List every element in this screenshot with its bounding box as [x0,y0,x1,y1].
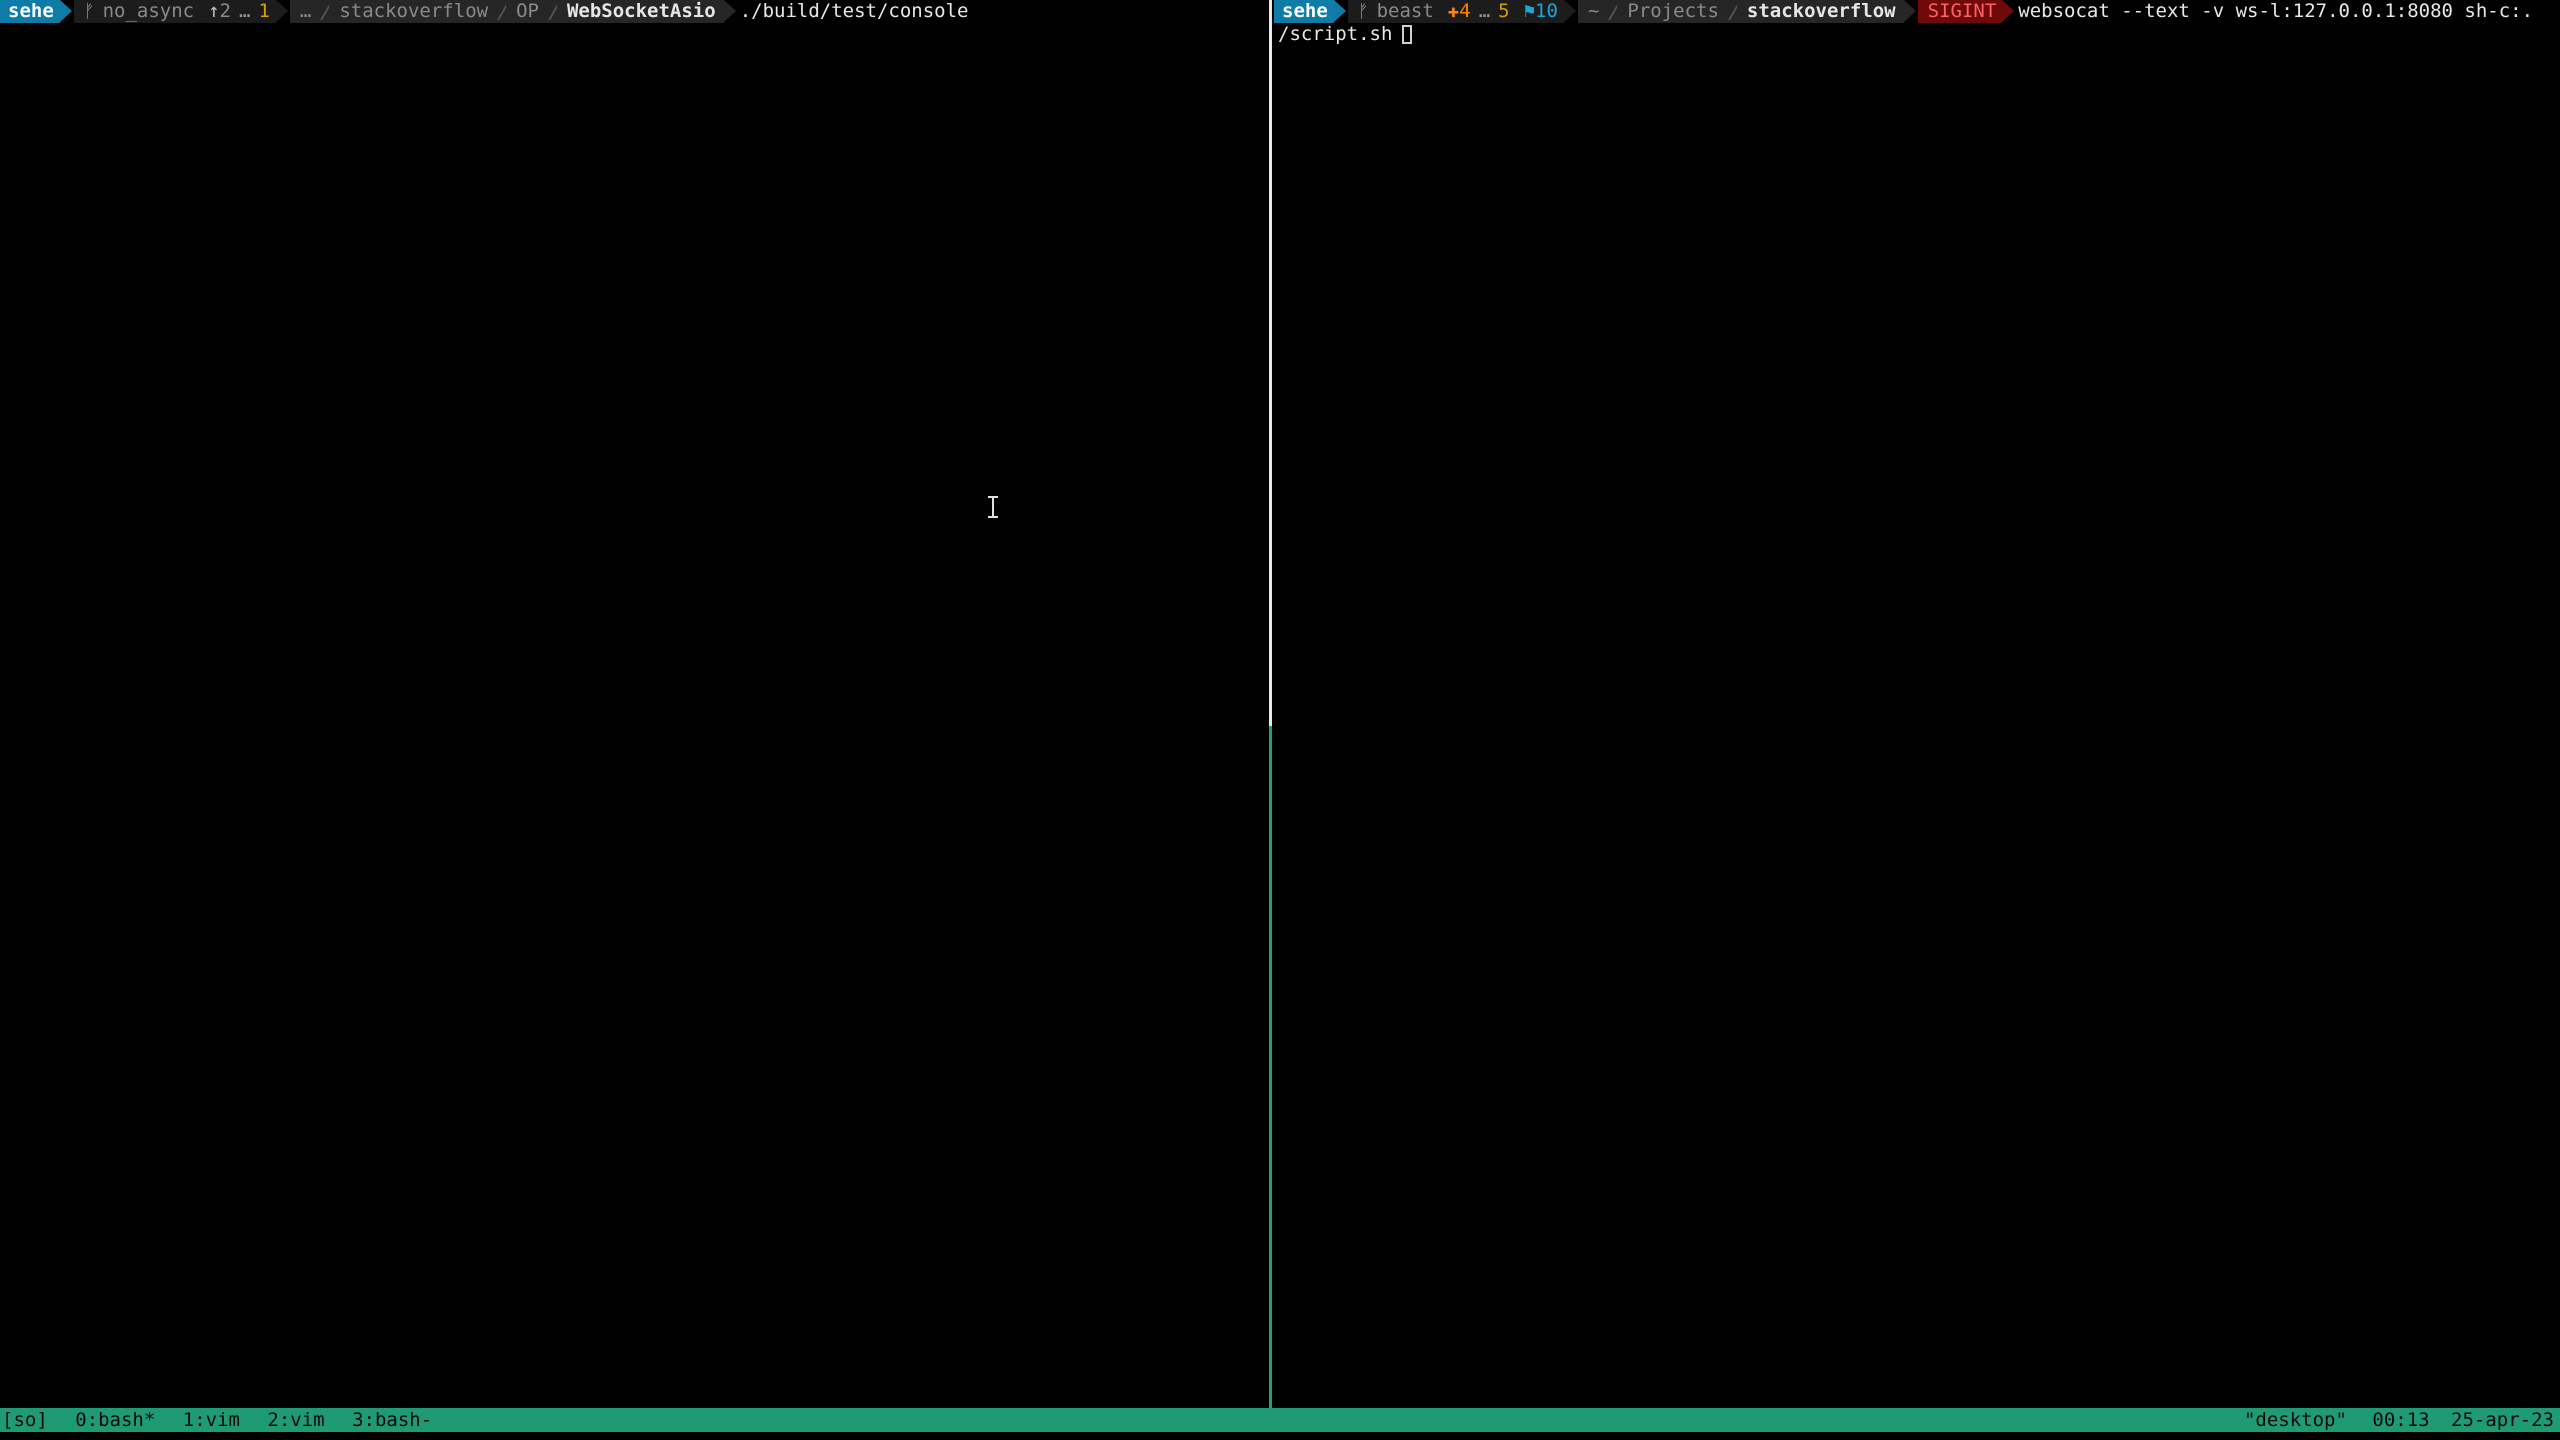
prompt-user: sehe [1274,0,1346,23]
terminal-cursor-icon [1402,25,1413,44]
terminal-pane-left[interactable]: sehe ᚠ no_async ↑ 2 … 1 … stackoverflow … [0,0,1268,1408]
prompt-line: sehe ᚠ no_async ↑ 2 … 1 … stackoverflow … [0,0,968,23]
hostname: "desktop" [2243,1409,2347,1431]
clock-date: 25-apr-23 [2451,1409,2554,1431]
git-branch-icon: ᚠ [83,1,95,22]
git-staged-plus-icon: ✚ [1447,0,1460,22]
git-staged-count: 4 [1459,0,1471,22]
git-branch-name: beast [1376,0,1434,22]
status-left: [so] 0:bash* 1:vim 2:vim 3:bash- [2,1408,448,1432]
git-untracked-dots: … [239,0,251,22]
path-segment: ~ [1577,0,1630,23]
window-tab-0[interactable]: 0:bash* [75,1409,155,1431]
path-segment: Projects [1617,0,1749,23]
mouse-ibeam-cursor-icon [988,496,998,518]
git-stash-count: 10 [1535,0,1558,22]
git-untracked-dots: … [1478,0,1491,22]
terminal-pane-right[interactable]: sehe ᚠ beast ✚ 4 … 5 ⚑ 10 ~ Projects sta… [1274,0,2560,1408]
git-ahead-count: 2 [219,0,231,22]
pane-divider[interactable] [1269,0,1272,726]
clock-time: 00:13 [2372,1409,2430,1431]
prompt-user: sehe [0,0,72,23]
window-tab-3[interactable]: 3:bash- [352,1409,432,1431]
command-text: ./build/test/console [739,0,969,22]
git-untracked-count: 5 [1498,0,1510,22]
window-tab-2[interactable]: 2:vim [267,1409,324,1431]
session-name[interactable]: [so] [2,1409,48,1431]
prompt-git-status: ᚠ no_async ↑ 2 … 1 [73,0,289,23]
pane-divider-active[interactable] [1269,726,1272,1408]
status-right: "desktop" 00:13 25-apr-23 [2230,1408,2554,1432]
git-branch-icon: ᚠ [1357,1,1369,22]
window-tab-1[interactable]: 1:vim [183,1409,240,1431]
path-segment: stackoverflow [329,0,518,23]
prompt-git-status: ᚠ beast ✚ 4 … 5 ⚑ 10 [1347,0,1577,23]
git-untracked-count: 1 [258,0,270,22]
prompt-line: sehe ᚠ beast ✚ 4 … 5 ⚑ 10 ~ Projects sta… [1274,0,2533,23]
git-stash-flag-icon: ⚑ [1523,0,1536,22]
git-branch-name: no_async [102,0,195,22]
path-segment: … [289,0,342,23]
exit-signal-badge: SIGINT [1917,0,2014,23]
tmux-status-bar: [so] 0:bash* 1:vim 2:vim 3:bash- "deskto… [0,1408,2560,1432]
git-ahead-arrow-icon: ↑ [208,0,220,22]
path-segment-current: WebSocketAsio [556,0,736,23]
path-segment-current: stackoverflow [1736,0,1916,23]
path-segment: OP [506,0,569,23]
command-text-continued: /script.sh [1278,23,1393,45]
command-text: websocat --text -v ws-l:127.0.0.1:8080 s… [2018,0,2534,22]
command-continuation: /script.sh [1278,23,1413,46]
bottom-margin [0,1432,2560,1440]
